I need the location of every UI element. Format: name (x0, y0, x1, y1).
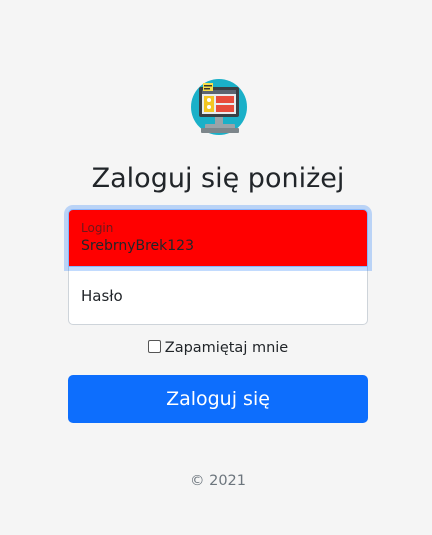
login-field-value: SrebrnyBrek123 (81, 238, 194, 254)
remember-me: Zapamiętaj mnie (68, 337, 368, 359)
computer-workstation-icon (189, 77, 249, 137)
login-field[interactable]: Login SrebrnyBrek123 (68, 209, 368, 267)
remember-me-checkbox[interactable] (147, 340, 161, 353)
copyright-footer: © 2021 (189, 473, 246, 489)
password-field[interactable]: Hasło (68, 267, 368, 325)
login-button[interactable]: Zaloguj się (68, 375, 368, 423)
login-field-label: Login (81, 221, 114, 235)
password-field-label: Hasło (81, 287, 123, 305)
remember-me-label[interactable]: Zapamiętaj mnie (165, 340, 288, 356)
page-title: Zaloguj się poniżej (91, 163, 345, 194)
